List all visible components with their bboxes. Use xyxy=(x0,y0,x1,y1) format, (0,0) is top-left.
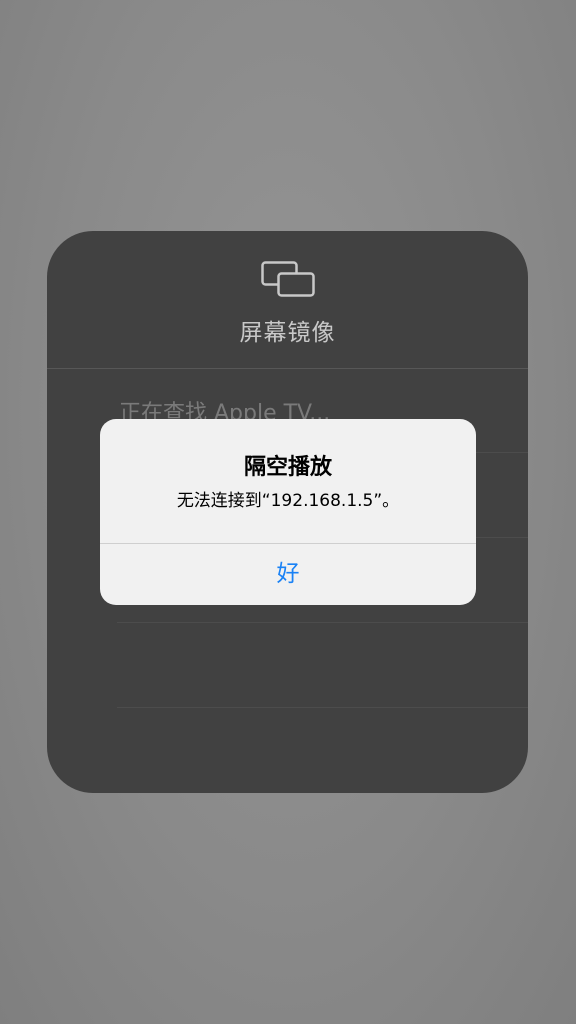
panel-divider xyxy=(47,368,528,369)
ok-button[interactable]: 好 xyxy=(100,544,476,605)
airplay-alert-dialog: 隔空播放 无法连接到“192.168.1.5”。 好 xyxy=(100,419,476,605)
list-row-divider xyxy=(117,622,528,623)
list-row-divider xyxy=(117,707,528,708)
alert-message: 无法连接到“192.168.1.5”。 xyxy=(176,491,400,511)
alert-title: 隔空播放 xyxy=(243,455,332,480)
panel-title: 屏幕镜像 xyxy=(239,320,336,346)
screen-mirroring-icon xyxy=(261,261,315,297)
